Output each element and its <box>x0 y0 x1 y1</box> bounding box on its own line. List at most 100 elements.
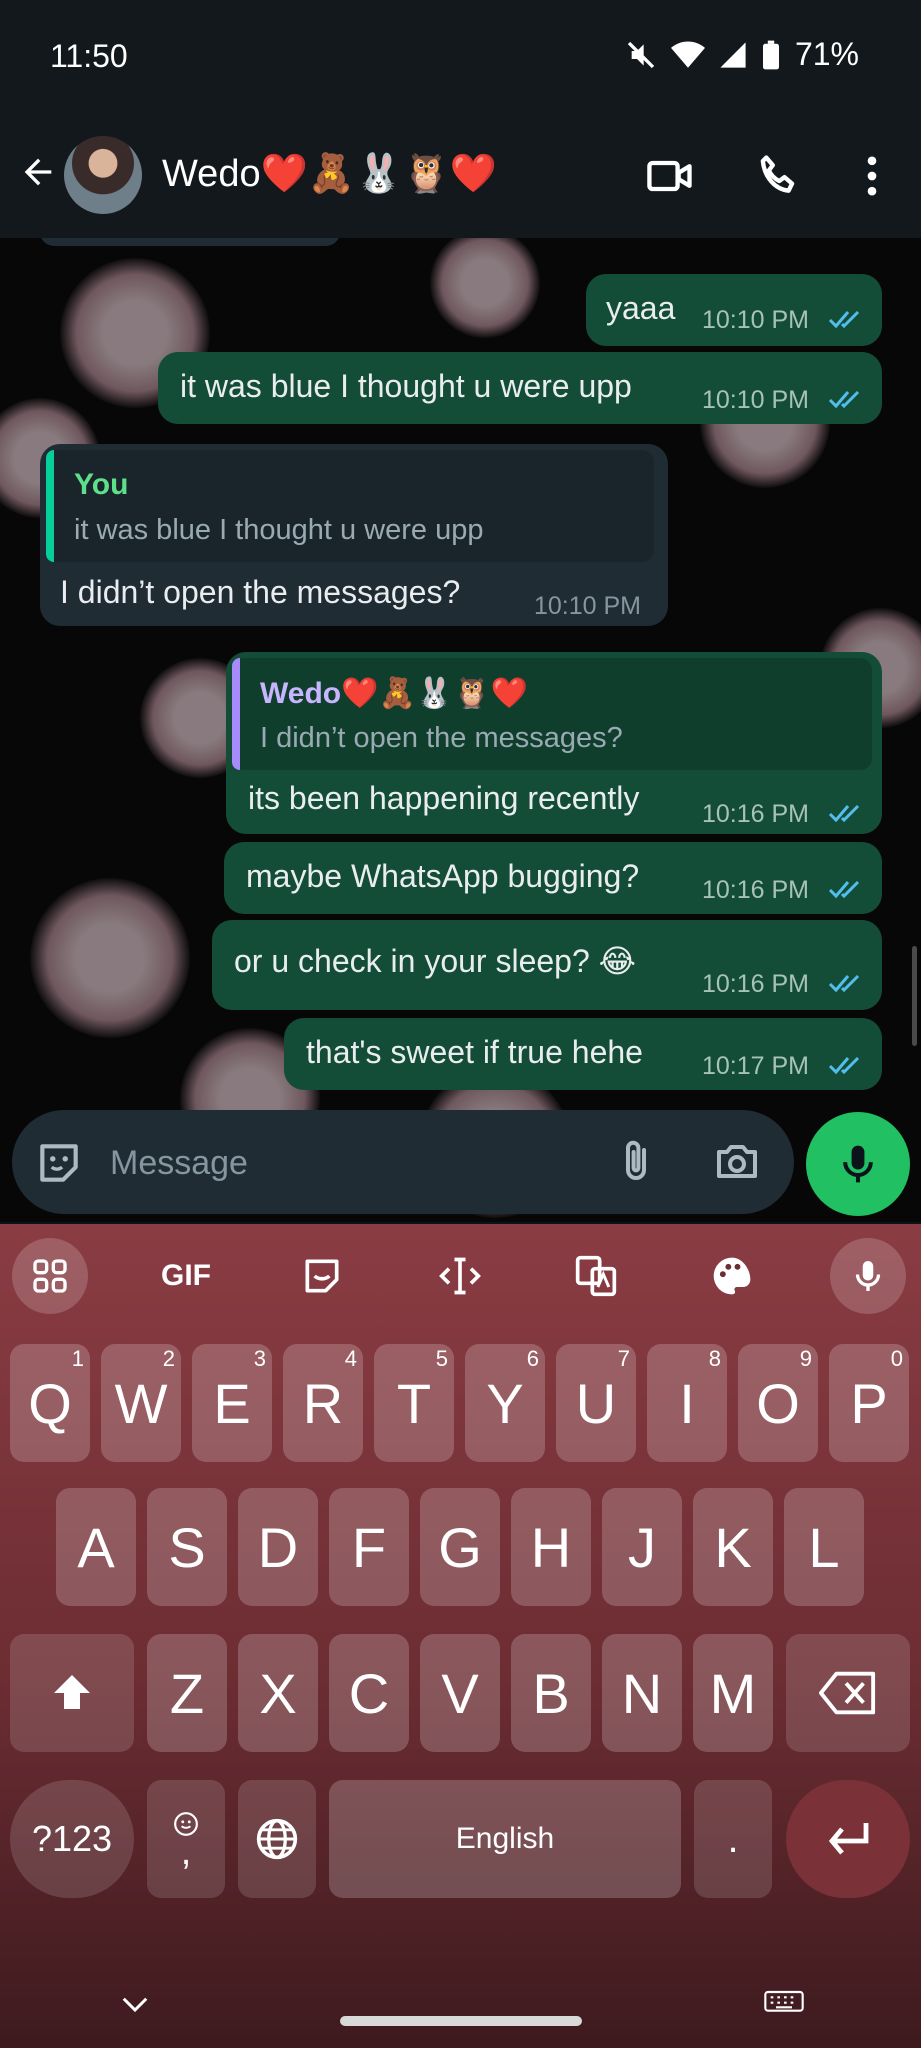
message-bubble-outgoing[interactable]: maybe WhatsApp bugging? 10:16 PM <box>224 842 882 914</box>
shift-key[interactable] <box>10 1634 134 1752</box>
key-label: F <box>351 1515 387 1579</box>
key-m[interactable]: M <box>693 1634 773 1752</box>
space-key[interactable]: English <box>329 1780 681 1898</box>
quoted-message[interactable]: You it was blue I thought u were upp <box>46 450 654 562</box>
kb-gif-button[interactable]: GIF <box>148 1238 224 1314</box>
backspace-key[interactable] <box>786 1634 910 1752</box>
message-bubble-outgoing[interactable]: Wedo❤️🧸🐰🦉❤️ I didn’t open the messages? … <box>226 652 882 834</box>
key-e[interactable]: E3 <box>192 1344 272 1462</box>
key-j[interactable]: J <box>602 1488 682 1606</box>
key-q[interactable]: Q1 <box>10 1344 90 1462</box>
key-hint: 5 <box>435 1346 448 1371</box>
read-receipt-icon <box>828 310 860 329</box>
key-n[interactable]: N <box>602 1634 682 1752</box>
key-g[interactable]: G <box>420 1488 500 1606</box>
shift-icon <box>54 1675 90 1709</box>
key-x[interactable]: X <box>238 1634 318 1752</box>
back-arrow-icon[interactable] <box>18 152 58 192</box>
period-key[interactable]: . <box>694 1780 772 1898</box>
voice-record-button[interactable] <box>806 1112 910 1216</box>
message-composer[interactable] <box>12 1110 794 1214</box>
key-v[interactable]: V <box>420 1634 500 1752</box>
key-a[interactable]: A <box>56 1488 136 1606</box>
key-f[interactable]: F <box>329 1488 409 1606</box>
soft-keyboard: GIF Q1 W2 E3 R4 T5 Y6 U7 I8 O9 P0 A S D … <box>0 1224 921 2048</box>
mic-icon <box>855 1261 881 1291</box>
key-k[interactable]: K <box>693 1488 773 1606</box>
message-input[interactable] <box>108 1140 592 1186</box>
message-time: 10:16 PM <box>702 800 810 828</box>
key-hint: 9 <box>799 1346 812 1371</box>
quote-text: it was blue I thought u were upp <box>74 514 484 546</box>
key-l[interactable]: L <box>784 1488 864 1606</box>
key-label: C <box>348 1661 390 1725</box>
kb-cursor-button[interactable] <box>422 1238 498 1314</box>
message-bubble-outgoing[interactable]: yaaa 10:10 PM <box>586 274 882 346</box>
scrollbar[interactable] <box>912 946 917 1046</box>
video-call-icon[interactable] <box>644 150 696 202</box>
emoji-comma-key[interactable]: , <box>147 1780 225 1898</box>
message-time: 10:10 PM <box>534 592 642 620</box>
kb-theme-button[interactable] <box>694 1238 770 1314</box>
key-b[interactable]: B <box>511 1634 591 1752</box>
message-bubble-outgoing[interactable]: it was blue I thought u were upp 10:10 P… <box>158 352 882 424</box>
key-label: X <box>259 1661 297 1725</box>
key-y[interactable]: Y6 <box>465 1344 545 1462</box>
key-hint: 4 <box>344 1346 357 1371</box>
message-bubble-partial[interactable] <box>40 238 340 246</box>
kb-sticker-button[interactable] <box>284 1238 360 1314</box>
enter-key[interactable] <box>786 1780 910 1898</box>
read-receipt-icon <box>828 390 860 409</box>
key-o[interactable]: O9 <box>738 1344 818 1462</box>
camera-icon[interactable] <box>712 1138 762 1186</box>
key-r[interactable]: R4 <box>283 1344 363 1462</box>
key-label: N <box>621 1661 663 1725</box>
message-text: that's sweet if true hehe <box>306 1034 643 1070</box>
attach-icon[interactable] <box>612 1136 660 1188</box>
key-label: M <box>709 1661 757 1725</box>
contact-avatar[interactable] <box>64 136 142 214</box>
quoted-message[interactable]: Wedo❤️🧸🐰🦉❤️ I didn’t open the messages? <box>232 658 872 770</box>
translate-icon <box>575 1255 617 1297</box>
gif-label: GIF <box>161 1259 211 1292</box>
battery-percent: 71% <box>794 36 859 72</box>
key-hint: 0 <box>890 1346 903 1371</box>
wallpaper-flower <box>430 238 540 338</box>
phone-call-icon[interactable] <box>752 150 804 202</box>
kb-voice-button[interactable] <box>830 1238 906 1314</box>
language-key[interactable] <box>238 1780 316 1898</box>
hide-keyboard-chevron-icon[interactable] <box>120 1994 150 2016</box>
message-bubble-outgoing[interactable]: or u check in your sleep? 😂 10:16 PM <box>212 920 882 1010</box>
sticker-icon[interactable] <box>34 1138 84 1188</box>
message-time: 10:16 PM <box>702 970 810 998</box>
more-options-icon[interactable] <box>846 150 898 202</box>
key-hint: 3 <box>253 1346 266 1371</box>
kb-apps-button[interactable] <box>12 1238 88 1314</box>
read-receipt-icon <box>828 880 860 899</box>
contact-name[interactable]: Wedo❤️🧸🐰🦉❤️ <box>162 152 497 196</box>
key-h[interactable]: H <box>511 1488 591 1606</box>
apps-grid-icon <box>33 1259 67 1293</box>
key-u[interactable]: U7 <box>556 1344 636 1462</box>
gesture-nav-handle[interactable] <box>340 2016 582 2026</box>
chat-area[interactable]: yaaa 10:10 PM it was blue I thought u we… <box>0 238 921 1222</box>
key-c[interactable]: C <box>329 1634 409 1752</box>
key-s[interactable]: S <box>147 1488 227 1606</box>
key-t[interactable]: T5 <box>374 1344 454 1462</box>
keyboard-switch-icon[interactable] <box>764 1990 804 2018</box>
globe-icon <box>256 1818 298 1860</box>
text-cursor-icon <box>439 1257 481 1295</box>
key-p[interactable]: P0 <box>829 1344 909 1462</box>
message-bubble-incoming[interactable]: You it was blue I thought u were upp I d… <box>40 444 668 626</box>
key-i[interactable]: I8 <box>647 1344 727 1462</box>
key-z[interactable]: Z <box>147 1634 227 1752</box>
kb-translate-button[interactable] <box>558 1238 634 1314</box>
key-d[interactable]: D <box>238 1488 318 1606</box>
key-label: V <box>441 1661 479 1725</box>
key-w[interactable]: W2 <box>101 1344 181 1462</box>
battery-icon <box>762 40 779 69</box>
quote-author: Wedo❤️🧸🐰🦉❤️ <box>260 677 528 710</box>
quote-accent-bar <box>46 450 54 562</box>
symbols-key[interactable]: ?123 <box>10 1780 134 1898</box>
message-bubble-outgoing[interactable]: that's sweet if true hehe 10:17 PM <box>284 1018 882 1090</box>
